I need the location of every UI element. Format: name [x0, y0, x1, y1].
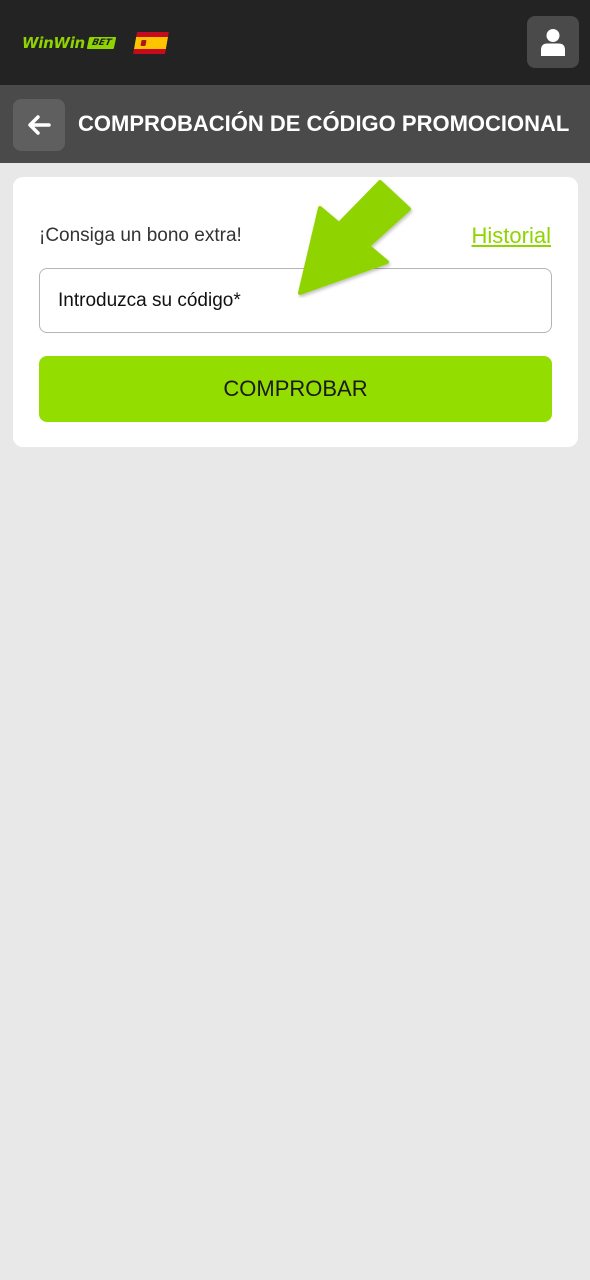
- page-title: COMPROBACIÓN DE CÓDIGO PROMOCIONAL: [78, 111, 570, 136]
- history-link[interactable]: Historial: [472, 223, 551, 249]
- green-pointer-arrow-icon: [298, 180, 411, 295]
- page-header: COMPROBACIÓN DE CÓDIGO PROMOCIONAL: [0, 85, 590, 163]
- top-bar: WinWin BET: [0, 0, 590, 85]
- brand-logo[interactable]: WinWin BET: [22, 33, 117, 53]
- logo-badge: BET: [86, 37, 117, 49]
- back-button[interactable]: [13, 99, 65, 151]
- logo-text: WinWin: [22, 34, 85, 52]
- arrow-left-icon: [28, 115, 51, 135]
- user-account-button[interactable]: [527, 16, 579, 68]
- bonus-text: ¡Consiga un bono extra!: [39, 225, 242, 246]
- check-button[interactable]: COMPROBAR: [39, 356, 552, 422]
- user-icon: [541, 29, 565, 56]
- spain-flag-icon[interactable]: [133, 32, 169, 54]
